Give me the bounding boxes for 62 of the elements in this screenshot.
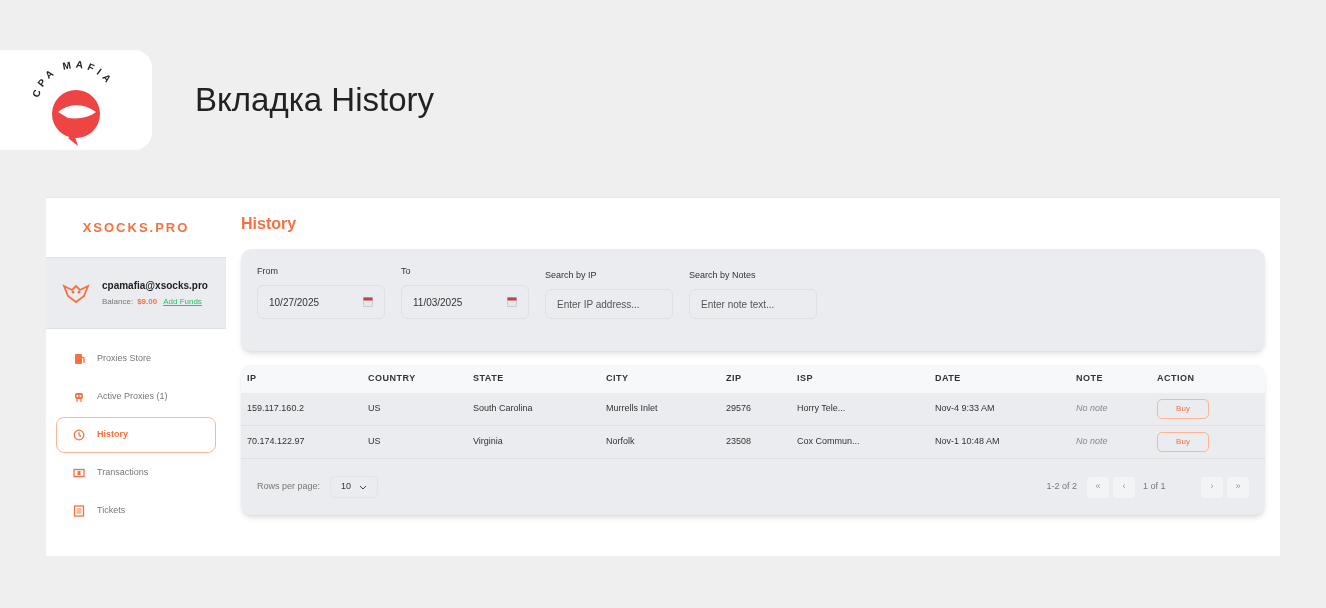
column-header: IP (247, 372, 258, 386)
balance-value: $9.00 (137, 296, 158, 308)
table-cell-text: US (368, 435, 382, 449)
table-cell-text: Nov-4 9:33 AM (935, 402, 996, 416)
field-label: Search by Notes (689, 269, 757, 282)
nav-item[interactable]: Active Proxies (1) (56, 379, 216, 415)
column-header: DATE (935, 372, 962, 386)
field-label: From (257, 265, 279, 278)
first-page-button[interactable]: « (1087, 476, 1109, 498)
table-cell-text: 23508 (726, 435, 753, 449)
table-cell-text: Nov-1 10:48 AM (935, 435, 1001, 449)
table-cell-text: Murrells Inlet (606, 402, 659, 416)
table-cell-text: Virginia (473, 435, 504, 449)
table-cell-text: Horry Tele... (797, 402, 847, 416)
column-header: NOTE (1076, 372, 1104, 386)
buy-button[interactable]: Buy (1157, 399, 1209, 419)
calendar-icon (363, 297, 373, 307)
clock-icon (73, 429, 85, 441)
column-header: ZIP (726, 372, 743, 386)
table-cell-text: 29576 (726, 402, 753, 416)
search-field[interactable]: Enter note text... (689, 289, 817, 319)
calendar-icon (507, 297, 517, 307)
column-header: ISP (797, 372, 814, 386)
table-cell-text: US (368, 402, 382, 416)
page-title: History (241, 213, 298, 234)
next-page-button[interactable]: › (1201, 476, 1223, 498)
banknote-icon (73, 467, 85, 479)
page-range: 1-2 of 2 (1046, 480, 1077, 494)
brand-logo[interactable]: XSOCKS.PRO (46, 198, 226, 257)
user-email: cpamafia@xsocks.pro (102, 279, 208, 293)
table-cell-text: South Carolina (473, 402, 534, 416)
chevron-down-icon (359, 484, 368, 490)
column-header: COUNTRY (368, 372, 417, 386)
nav-item[interactable]: Proxies Store (56, 341, 216, 377)
search-field[interactable]: Enter IP address... (545, 289, 673, 319)
nav-item[interactable]: Transactions (56, 455, 216, 491)
table-cell-text: Norfolk (606, 435, 636, 449)
nav-item[interactable]: History (56, 417, 216, 453)
note-cell-text: No note (1076, 435, 1109, 449)
column-header: CITY (606, 372, 630, 386)
fuel-pump-icon (73, 353, 85, 365)
column-header: STATE (473, 372, 505, 386)
date-field[interactable]: 10/27/2025 (257, 285, 385, 319)
rows-per-page-label: Rows per page: (257, 480, 321, 494)
last-page-button[interactable]: » (1227, 476, 1249, 498)
date-field[interactable]: 11/03/2025 (401, 285, 529, 319)
buy-button[interactable]: Buy (1157, 432, 1209, 452)
slide-title: Вкладка History (195, 80, 435, 121)
table-cell-text: 70.174.122.97 (247, 435, 306, 449)
field-label: Search by IP (545, 269, 598, 282)
robot-icon (73, 391, 85, 403)
column-header: ACTION (1157, 372, 1196, 386)
nav-item[interactable]: Tickets (56, 493, 216, 529)
table-cell-text: Cox Commun... (797, 435, 861, 449)
note-cell-text: No note (1076, 402, 1109, 416)
previous-page-button[interactable]: ‹ (1113, 476, 1135, 498)
rows-per-page-select[interactable]: 10 (330, 476, 379, 498)
field-label: To (401, 265, 412, 278)
table-cell-text: 159.117.160.2 (247, 402, 305, 416)
add-funds-link[interactable]: Add Funds (163, 296, 202, 308)
balance-label: Balance: (102, 296, 134, 308)
page-indicator: 1 of 1 (1143, 480, 1167, 494)
